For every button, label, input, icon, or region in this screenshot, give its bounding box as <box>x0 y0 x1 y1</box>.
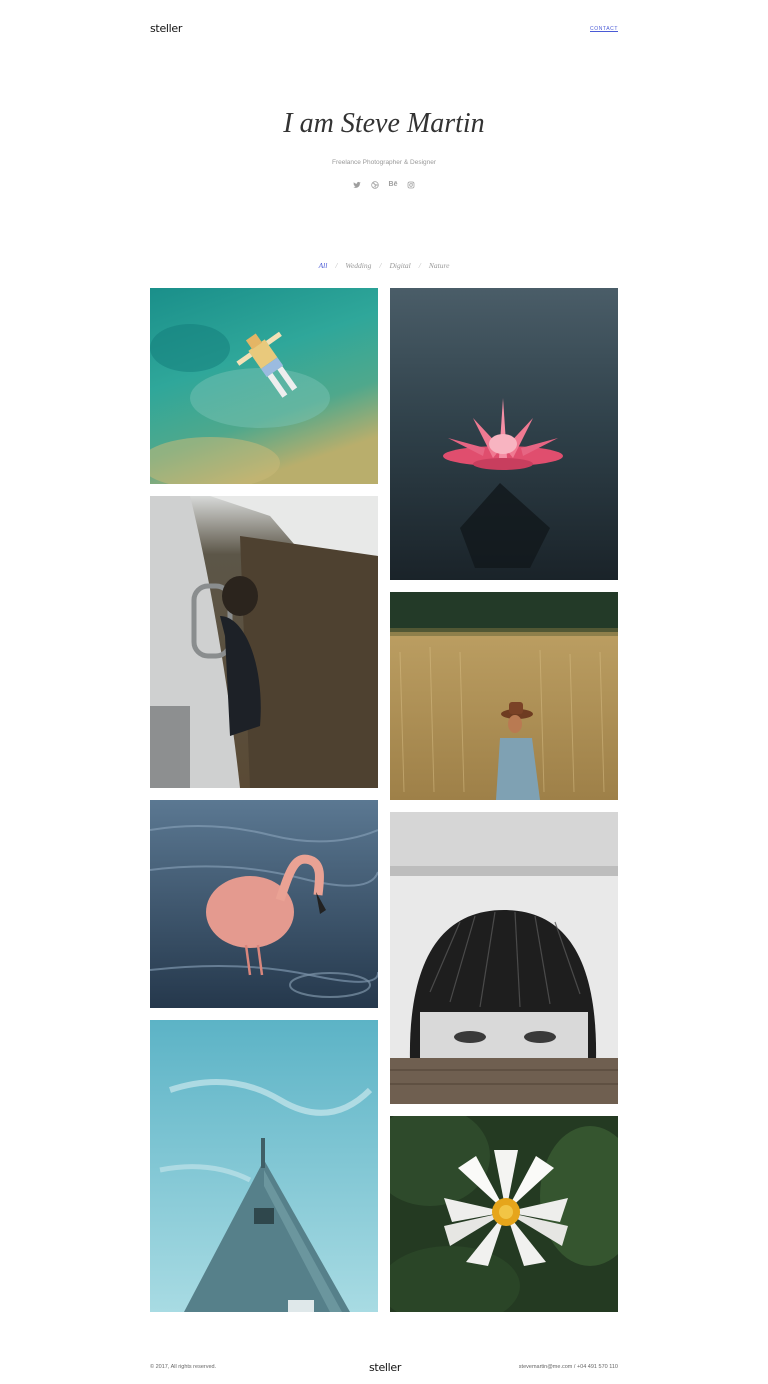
photo-helicopter-passenger[interactable] <box>150 496 378 788</box>
twitter-icon[interactable] <box>353 180 362 189</box>
footer-contact-info: stevemartin@me.com / +04 491 570 110 <box>518 1364 618 1370</box>
portfolio-filters: All / Wedding / Digital / Nature <box>0 261 768 270</box>
page-title: I am Steve Martin <box>283 108 485 139</box>
filter-nature[interactable]: Nature <box>429 261 450 270</box>
dribbble-icon[interactable] <box>371 180 380 189</box>
footer-copyright: © 2017, All rights reserved. <box>150 1364 217 1370</box>
filter-wedding[interactable]: Wedding <box>345 261 371 270</box>
page-subtitle: Freelance Photographer & Designer <box>331 159 437 166</box>
photo-flamingo-in-water[interactable] <box>150 800 378 1008</box>
photo-street-art-face[interactable] <box>390 812 618 1104</box>
filter-separator: / <box>335 261 338 270</box>
behance-icon[interactable]: Bē <box>389 180 398 189</box>
footer-logo[interactable]: steller <box>369 1361 401 1374</box>
social-links: Bē <box>0 180 768 189</box>
filter-separator: / <box>418 261 421 270</box>
site-logo[interactable]: steller <box>150 22 182 35</box>
photo-house-roof-sky[interactable] <box>150 1020 378 1312</box>
photo-white-water-lily[interactable] <box>390 1116 618 1312</box>
contact-link[interactable]: CONTACT <box>590 26 618 32</box>
photo-swimmer-aerial[interactable] <box>150 288 378 484</box>
filter-separator: / <box>379 261 382 270</box>
filter-digital[interactable]: Digital <box>390 261 411 270</box>
photo-man-in-wheat-field[interactable] <box>390 592 618 800</box>
photo-pink-water-lily[interactable] <box>390 288 618 580</box>
filter-all[interactable]: All <box>319 261 328 270</box>
instagram-icon[interactable] <box>407 180 416 189</box>
